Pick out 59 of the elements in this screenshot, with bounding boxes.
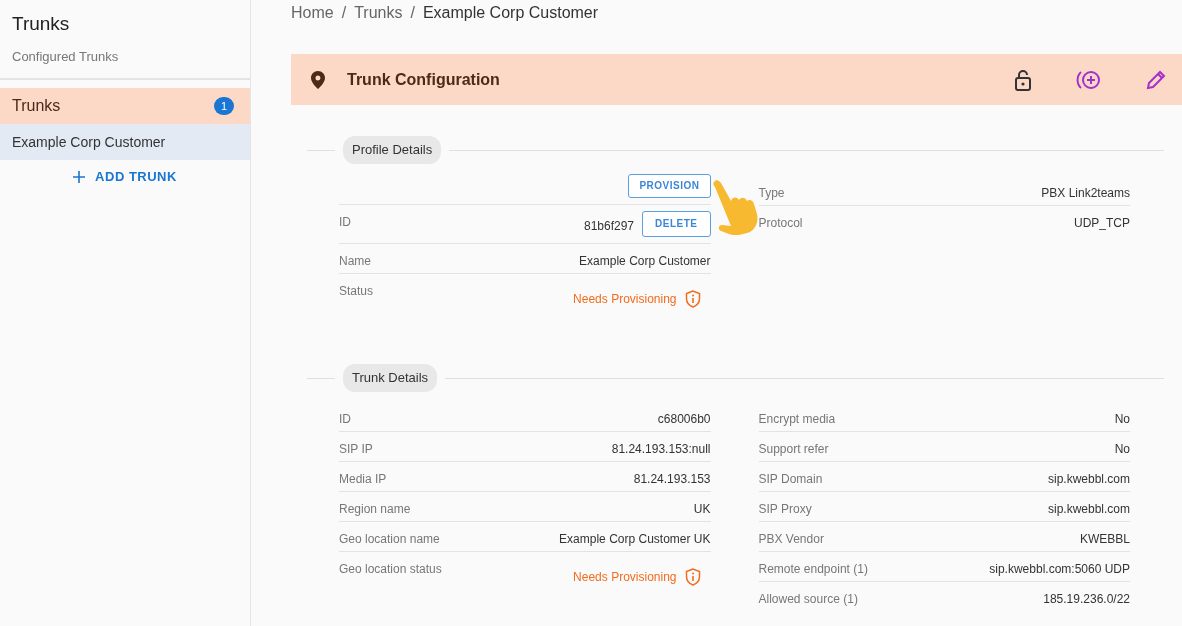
sidebar-subtitle: Configured Trunks: [0, 38, 250, 80]
field-value: 81b6f297: [584, 218, 635, 235]
status-warning: Needs Provisioning: [573, 569, 677, 586]
add-trunk-button[interactable]: ADD TRUNK: [67, 166, 183, 188]
section-title: Trunk Details: [343, 364, 438, 392]
breadcrumb-current: Example Corp Customer: [422, 3, 599, 23]
field-value: Example Corp Customer: [579, 253, 711, 270]
field-label: Encrypt media: [758, 411, 836, 428]
field-label: SIP Proxy: [758, 501, 812, 518]
field-label: Allowed source (1): [758, 591, 858, 608]
field-value: 81.24.193.153: [633, 471, 711, 488]
location-pin-icon: [311, 70, 325, 89]
group-label: Trunks: [12, 96, 61, 116]
field-value: 81.24.193.153:null: [611, 441, 711, 458]
field-value: No: [1114, 441, 1130, 458]
field-label: SIP Domain: [758, 471, 823, 488]
shield-info-icon: [684, 290, 701, 308]
field-label: Status: [339, 283, 374, 300]
field-label: ID: [339, 411, 351, 428]
field-label: Support refer: [758, 441, 829, 458]
section-title: Profile Details: [343, 136, 442, 164]
breadcrumb-link[interactable]: Home: [291, 1, 334, 31]
field-value: sip.kwebbl.com:5060 UDP: [989, 561, 1130, 578]
sidebar-item[interactable]: Example Corp Customer: [0, 124, 250, 160]
padlock-icon[interactable]: [1014, 68, 1032, 91]
field-label: Geo location status: [339, 561, 442, 578]
field-value: KWEBBL: [1080, 531, 1130, 548]
field-value: sip.kwebbl.com: [1047, 471, 1130, 488]
status-warning: Needs Provisioning: [573, 291, 677, 308]
provision-button[interactable]: PROVISION: [628, 174, 711, 198]
edit-pencil-icon[interactable]: [1146, 69, 1166, 90]
field-value: UDP_TCP: [1074, 215, 1130, 232]
field-value: c68006b0: [657, 411, 711, 428]
field-label: Region name: [339, 501, 411, 518]
sidebar-title: Trunks: [11, 12, 71, 36]
field-label: Type: [758, 185, 785, 202]
field-label: Geo location name: [339, 531, 440, 548]
count-badge: 1: [213, 97, 234, 115]
field-value: UK: [693, 501, 711, 518]
field-value: 185.19.236.0/22: [1043, 591, 1130, 608]
plus-icon: [73, 170, 86, 183]
breadcrumb-link[interactable]: Trunks: [354, 1, 403, 31]
field-label: SIP IP: [339, 441, 373, 458]
shield-info-icon: [684, 568, 701, 586]
panel-title: Trunk Configuration: [347, 69, 500, 90]
field-label: Remote endpoint (1): [758, 561, 868, 578]
delete-button[interactable]: DELETE: [642, 211, 711, 237]
breadcrumb-separator: /: [410, 3, 415, 23]
field-label: ID: [339, 214, 351, 231]
field-value: Example Corp Customer UK: [559, 531, 711, 548]
field-label: Name: [339, 253, 371, 270]
field-label: Protocol: [758, 215, 803, 232]
field-value: PBX Link2teams: [1041, 185, 1130, 202]
field-label: PBX Vendor: [758, 531, 824, 548]
field-label: Media IP: [339, 471, 387, 488]
pointing-hand-icon: [712, 178, 758, 238]
field-value: sip.kwebbl.com: [1047, 501, 1130, 518]
breadcrumb-separator: /: [341, 3, 347, 23]
field-value: No: [1114, 411, 1130, 428]
